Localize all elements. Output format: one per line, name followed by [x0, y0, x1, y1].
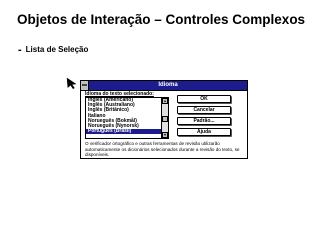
dialog-title: Idioma	[158, 82, 178, 88]
bullet-marker: -	[18, 44, 22, 56]
language-dialog: Idioma Idioma do texto selecionado: Ingl…	[80, 80, 248, 159]
scroll-thumb[interactable]	[162, 116, 168, 122]
dialog-titlebar[interactable]: Idioma	[81, 81, 247, 91]
slide-title: Objetos de Interação – Controles Complex…	[17, 12, 306, 27]
dialog-description: O verificador ortográfico e outras ferra…	[85, 141, 240, 158]
default-button[interactable]: Padrão...	[177, 117, 231, 125]
system-menu-icon[interactable]	[81, 81, 89, 90]
arrow-pointer-icon	[66, 77, 77, 89]
list-item-selected[interactable]: Português (Brasil)	[86, 128, 161, 135]
language-listbox[interactable]: Inglês (Americano) Inglês (Australiano) …	[85, 97, 169, 139]
ok-button[interactable]: OK	[177, 95, 231, 103]
scroll-up-arrow-icon[interactable]	[162, 98, 168, 104]
listbox-scrollbar[interactable]	[161, 98, 168, 138]
bullet-item: - Lista de Seleção	[18, 44, 88, 56]
help-button[interactable]: Ajuda	[177, 128, 231, 136]
scroll-down-arrow-icon[interactable]	[162, 132, 168, 138]
cancel-button[interactable]: Cancelar	[177, 106, 231, 114]
bullet-text: Lista de Seleção	[25, 45, 89, 54]
